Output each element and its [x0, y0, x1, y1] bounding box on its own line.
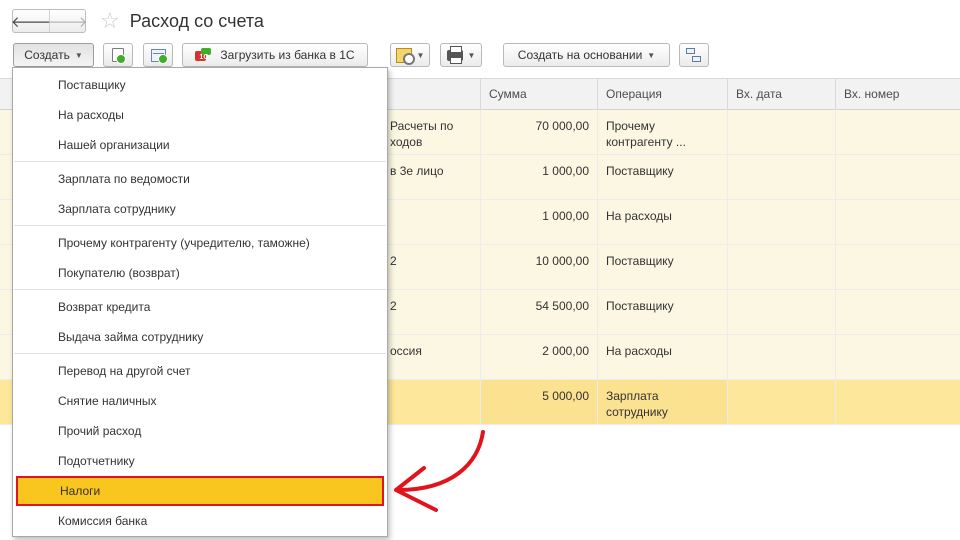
add-document-icon [112, 48, 126, 64]
cell-operation: Поставщику [597, 245, 727, 289]
create-button-label: Создать [24, 48, 70, 62]
cell-in-number [835, 290, 960, 334]
menu-separator [14, 353, 386, 354]
load-from-bank-button[interactable]: 1C Загрузить из банка в 1С [182, 43, 368, 67]
cell-sum: 54 500,00 [480, 290, 597, 334]
cell-operation: На расходы [597, 335, 727, 379]
cell-partner [382, 380, 480, 424]
create-based-on-label: Создать на основании [517, 48, 643, 62]
menu-item-supplier[interactable]: Поставщику [14, 70, 386, 100]
cell-partner: в 3е лицо [390, 164, 444, 178]
chevron-down-icon: ▼ [416, 50, 425, 60]
menu-item-our-organization[interactable]: Нашей организации [14, 130, 386, 160]
cell-operation: Прочему контрагенту ... [597, 110, 727, 154]
history-nav: 🡐 🡒 [10, 9, 88, 33]
menu-item-salary-statement[interactable]: Зарплата по ведомости [14, 164, 386, 194]
menu-item-accountable-person[interactable]: Подотчетнику [14, 446, 386, 476]
load-from-bank-label: Загрузить из банка в 1С [220, 48, 355, 62]
cell-in-date [727, 380, 835, 424]
create-based-on-button[interactable]: Создать на основании ▼ [503, 43, 670, 67]
menu-item-taxes[interactable]: Налоги [16, 476, 384, 506]
cell-sum: 5 000,00 [480, 380, 597, 424]
chevron-down-icon: ▼ [74, 50, 83, 60]
cell-sum: 1 000,00 [480, 200, 597, 244]
add-sheet-icon [150, 48, 168, 64]
cell-operation: Поставщику [597, 290, 727, 334]
cell-partner: 2 [390, 254, 397, 268]
structure-button[interactable] [679, 43, 709, 67]
cell-in-number [835, 155, 960, 199]
menu-item-customer-return[interactable]: Покупателю (возврат) [14, 258, 386, 288]
header-sum[interactable]: Сумма [480, 79, 597, 110]
cell-in-number [835, 335, 960, 379]
page-title: Расход со счета [129, 10, 264, 31]
cell-sum: 70 000,00 [480, 110, 597, 154]
menu-separator [14, 289, 386, 290]
cell-sum: 2 000,00 [480, 335, 597, 379]
cell-in-date [727, 335, 835, 379]
cell-operation: Зарплата сотруднику [597, 380, 727, 424]
create-button[interactable]: Создать ▼ [13, 43, 94, 67]
cell-in-number [835, 110, 960, 154]
cell-in-date [727, 245, 835, 289]
menu-separator [14, 225, 386, 226]
cell-partner: 2 [390, 299, 397, 313]
menu-item-bank-commission[interactable]: Комиссия банка [14, 506, 386, 536]
chevron-down-icon: ▼ [467, 50, 476, 60]
report-icon [395, 47, 415, 65]
create-dropdown-menu: Поставщику На расходы Нашей организации … [12, 67, 388, 537]
menu-item-other-expense[interactable]: Прочий расход [14, 416, 386, 446]
title-bar: 🡐 🡒 ☆ Расход со счета [10, 8, 264, 34]
cell-in-number [835, 380, 960, 424]
hierarchy-icon [686, 47, 702, 63]
cell-in-number [835, 245, 960, 289]
printer-icon [446, 45, 463, 64]
favorite-star-icon[interactable]: ☆ [100, 10, 120, 32]
cell-in-date [727, 290, 835, 334]
cell-partner: оссия [390, 344, 422, 358]
cell-sum: 10 000,00 [480, 245, 597, 289]
cell-in-number [835, 200, 960, 244]
menu-item-salary-employee[interactable]: Зарплата сотруднику [14, 194, 386, 224]
arrow-right-icon: 🡒 [47, 13, 88, 31]
cell-operation: На расходы [597, 200, 727, 244]
cell-partner: Расчеты по ходов [390, 119, 454, 149]
arrow-left-icon: 🡐 [10, 13, 52, 31]
red-arrow-annotation [394, 430, 485, 512]
menu-item-expenses[interactable]: На расходы [14, 100, 386, 130]
menu-item-loan-return[interactable]: Возврат кредита [14, 292, 386, 322]
header-in-date[interactable]: Вх. дата [727, 79, 835, 110]
copy-document-button[interactable] [103, 43, 133, 67]
chevron-down-icon: ▼ [647, 50, 656, 60]
print-button[interactable]: ▼ [440, 43, 482, 67]
cell-operation: Поставщику [597, 155, 727, 199]
header-in-number[interactable]: Вх. номер [835, 79, 960, 110]
menu-item-cash-withdrawal[interactable]: Снятие наличных [14, 386, 386, 416]
back-button[interactable]: 🡐 [10, 10, 52, 32]
cell-in-date [727, 110, 835, 154]
menu-separator [14, 161, 386, 162]
menu-item-other-counterparty[interactable]: Прочему контрагенту (учредителю, таможне… [14, 228, 386, 258]
cell-partner [382, 200, 480, 244]
menu-item-transfer[interactable]: Перевод на другой счет [14, 356, 386, 386]
cell-in-date [727, 200, 835, 244]
cell-sum: 1 000,00 [480, 155, 597, 199]
add-from-list-button[interactable] [143, 43, 173, 67]
header-operation[interactable]: Операция [597, 79, 727, 110]
bank-exchange-icon: 1C [195, 48, 213, 62]
reports-button[interactable]: ▼ [390, 43, 430, 67]
cell-in-date [727, 155, 835, 199]
menu-item-employee-loan[interactable]: Выдача займа сотруднику [14, 322, 386, 352]
forward-button[interactable]: 🡒 [47, 10, 88, 32]
